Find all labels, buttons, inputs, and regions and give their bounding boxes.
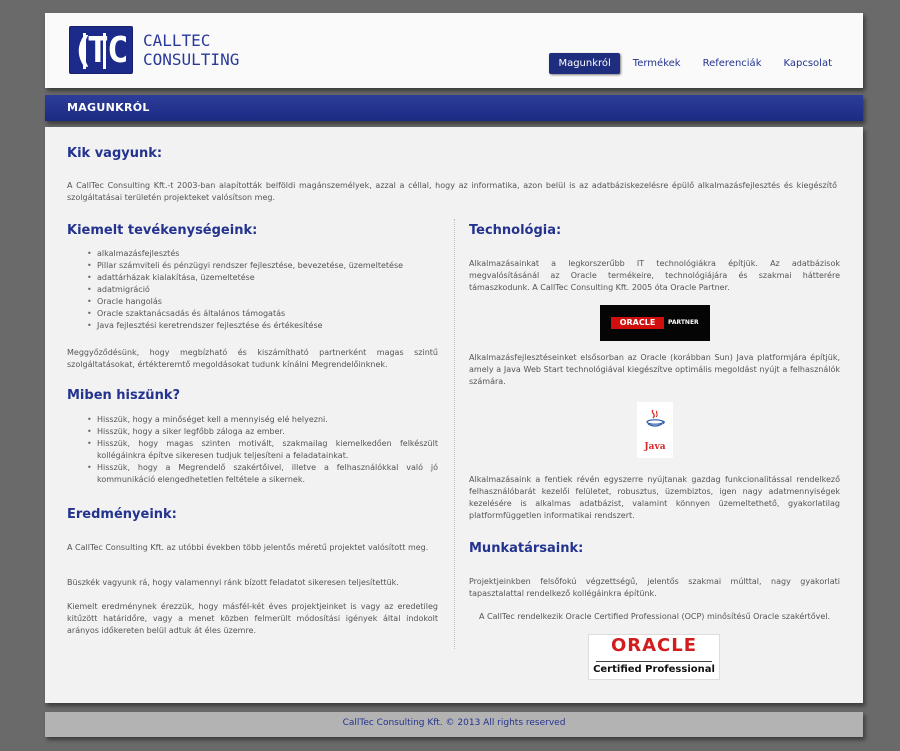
staff-text-1: Projektjeinkben felsőfokú végzettségű, j… xyxy=(469,577,840,598)
oracle-certified-professional-logo: ORACLE Certified Professional xyxy=(588,634,720,680)
list-item: Oracle szaktanácsadás és általános támog… xyxy=(87,308,438,320)
oracle-partner-label: PARTNER xyxy=(668,319,699,326)
logo-text: CALLTEC CONSULTING xyxy=(143,31,239,69)
list-item: Hisszük, hogy a siker legfőbb záloga az … xyxy=(87,426,438,438)
results-heading: Eredményeink: xyxy=(67,507,177,522)
list-item: adattárházak kialakítása, üzemeltetése xyxy=(87,272,438,284)
activities-heading: Kiemelt tevékenységeink: xyxy=(67,223,258,238)
site-footer: CallTec Consulting Kft. © 2013 All right… xyxy=(45,712,863,737)
staff-text-2: A CallTec rendelkezik Oracle Certified P… xyxy=(478,612,831,621)
nav-item-referenciak[interactable]: Referenciák xyxy=(694,53,771,74)
staff-heading: Munkatársaink: xyxy=(469,541,584,556)
oracle-partner-logo: ORACLE PARTNER xyxy=(600,305,710,341)
column-divider xyxy=(454,219,455,649)
results-text-2: Büszkék vagyunk rá, hogy valamennyi ránk… xyxy=(67,578,399,587)
intro-text: A CallTec Consulting Kft.-t 2003-ban ala… xyxy=(67,181,837,202)
nav-item-termekek[interactable]: Termékek xyxy=(624,53,690,74)
beliefs-heading: Miben hiszünk? xyxy=(67,388,181,403)
list-item: Oracle hangolás xyxy=(87,296,438,308)
calltec-logo[interactable]: ( T C CALLTEC CONSULTING xyxy=(69,26,239,74)
nav-item-kapcsolat[interactable]: Kapcsolat xyxy=(774,53,841,74)
java-logo: Java xyxy=(637,402,673,458)
technology-text-1: Alkalmazásainkat a legkorszerűbb IT tech… xyxy=(469,259,840,292)
list-item: Pillar számviteli és pénzügyi rendszer f… xyxy=(87,260,438,272)
technology-text-2: Alkalmazásfejlesztéseinket elsősorban az… xyxy=(469,353,840,386)
list-item: alkalmazásfejlesztés xyxy=(87,248,438,260)
intro-heading: Kik vagyunk: xyxy=(67,146,163,161)
section-bar: MAGUNKRÓL xyxy=(45,95,863,121)
technology-heading: Technológia: xyxy=(469,223,562,238)
nav-item-magunkrol[interactable]: Magunkról xyxy=(549,53,620,74)
list-item: Hisszük, hogy magas szinten motivált, sz… xyxy=(87,438,438,462)
java-word: Java xyxy=(644,442,666,452)
logo-text-line2: CONSULTING xyxy=(143,50,240,69)
technology-text-3: Alkalmazásaink a fentiek révén egyszerre… xyxy=(469,475,840,520)
list-item: adatmigráció xyxy=(87,284,438,296)
beliefs-list: Hisszük, hogy a minőséget kell a mennyis… xyxy=(67,414,438,486)
list-item: Hisszük, hogy a minőséget kell a mennyis… xyxy=(87,414,438,426)
java-cup-icon xyxy=(646,409,665,427)
list-item: Hisszük, hogy a Megrendelő szakértőivel,… xyxy=(87,462,438,486)
main-content: Kik vagyunk: A CallTec Consulting Kft.-t… xyxy=(45,127,863,703)
results-text-1: A CallTec Consulting Kft. az utóbbi évek… xyxy=(67,543,429,552)
ocp-certified-text: Certified Professional xyxy=(593,664,715,675)
footer-copyright: CallTec Consulting Kft. © 2013 All right… xyxy=(342,718,566,728)
logo-mark-icon: ( T C xyxy=(69,26,133,74)
site-header: ( T C CALLTEC CONSULTING Magunkról Termé… xyxy=(45,13,863,88)
logo-text-line1: CALLTEC xyxy=(143,31,211,50)
activities-list: alkalmazásfejlesztés Pillar számviteli é… xyxy=(67,248,438,332)
oracle-partner-word: ORACLE xyxy=(611,317,664,329)
list-item: Java fejlesztési keretrendszer fejleszté… xyxy=(87,320,438,332)
ocp-oracle-word: ORACLE xyxy=(610,635,698,656)
section-title: MAGUNKRÓL xyxy=(67,101,150,114)
activities-text: Meggyőződésünk, hogy megbízható és kiszá… xyxy=(67,348,438,369)
ocp-divider xyxy=(596,661,712,662)
results-text-3: Kiemelt eredménynek érezzük, hogy másfél… xyxy=(67,602,438,635)
main-nav: Magunkról Termékek Referenciák Kapcsolat xyxy=(545,53,841,74)
